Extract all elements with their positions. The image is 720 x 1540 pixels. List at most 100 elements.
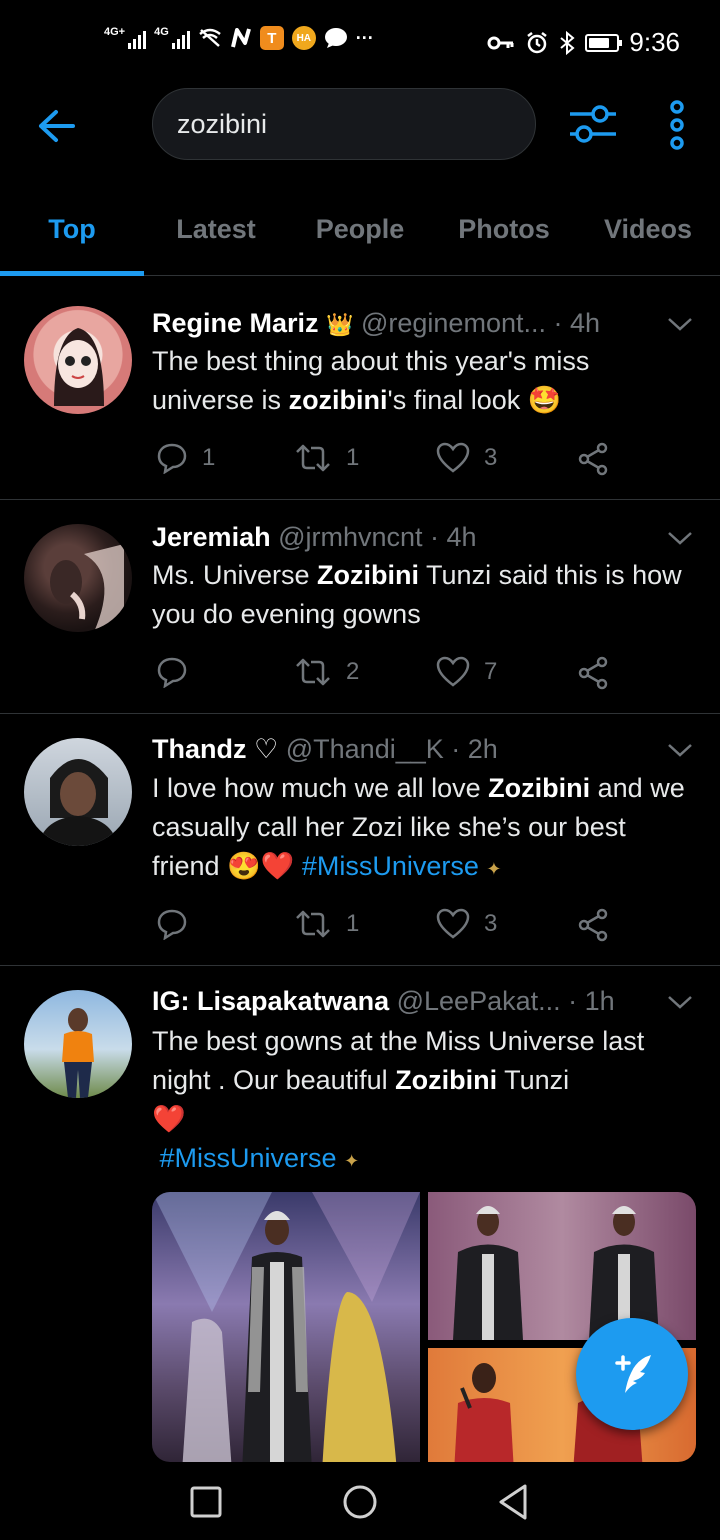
chat-icon: [324, 28, 347, 48]
tweet-handle[interactable]: @Thandi__K · 2h: [286, 734, 498, 764]
avatar[interactable]: [24, 524, 132, 632]
like-count: 7: [484, 658, 498, 685]
tab-photos[interactable]: Photos: [432, 192, 576, 276]
tweet-author-name[interactable]: IG: Lisapakatwana: [152, 986, 389, 1016]
hashtag-link[interactable]: #MissUniverse: [302, 851, 479, 881]
tweet-time: · 4h: [553, 308, 601, 338]
retweet-icon: [296, 910, 330, 938]
compose-tweet-icon: [615, 1355, 651, 1393]
tweet-author-name[interactable]: Jeremiah: [152, 522, 271, 552]
signal-icon: 4G+: [104, 27, 147, 49]
retweet-button[interactable]: 1: [294, 442, 359, 474]
tweet-handle[interactable]: @jrmhvncnt · 4h: [278, 522, 476, 552]
battery-icon: [585, 33, 623, 52]
status-left: 4G+ 4G T HA ···: [104, 26, 374, 50]
sliders-icon: [570, 105, 616, 143]
chevron-down-icon[interactable]: [666, 528, 694, 548]
overflow-menu-button[interactable]: [660, 98, 694, 152]
tab-people[interactable]: People: [288, 192, 432, 276]
chevron-down-icon[interactable]: [666, 740, 694, 760]
heart-eyes-emoji: 😍❤️: [227, 851, 295, 881]
tweet-handle[interactable]: @LeePakat...: [397, 986, 561, 1016]
sparkle-icon: ✦: [344, 1151, 360, 1171]
chevron-down-icon[interactable]: [666, 992, 694, 1012]
retweet-icon: [296, 444, 330, 472]
t-app-icon: T: [259, 26, 284, 50]
compose-tweet-button[interactable]: [576, 1318, 688, 1430]
search-field[interactable]: zozibini: [152, 88, 536, 160]
clock: 9:36: [629, 27, 680, 57]
tweet-author-name[interactable]: Regine Mariz: [152, 308, 319, 338]
avatar[interactable]: [24, 738, 132, 846]
share-icon: [578, 442, 608, 476]
star-struck-emoji: 🤩: [527, 385, 562, 415]
search-filter-button[interactable]: [566, 98, 620, 152]
retweet-button[interactable]: 2: [294, 656, 359, 688]
avatar[interactable]: [24, 306, 132, 414]
hashtag-link[interactable]: #MissUniverse: [160, 1143, 337, 1173]
heart-outline-badge: ♡: [254, 734, 279, 764]
tweet-handle[interactable]: @reginemont...: [361, 308, 546, 338]
reply-button[interactable]: 1: [156, 442, 215, 474]
heart-icon: [436, 908, 470, 939]
share-button[interactable]: [576, 442, 610, 476]
reply-icon: [157, 443, 187, 474]
reply-count: 1: [202, 444, 216, 471]
circle-icon[interactable]: [338, 1480, 382, 1524]
system-navigation-bar: [0, 1462, 720, 1540]
retweet-count: 1: [346, 444, 360, 471]
sparkle-icon: ✦: [486, 859, 502, 879]
red-heart-emoji: ❤️: [152, 1104, 186, 1134]
tweet[interactable]: Jeremiah @jrmhvncnt · 4h Ms. Universe Zo…: [0, 500, 720, 714]
triangle-back-icon[interactable]: [492, 1480, 536, 1524]
tab-videos[interactable]: Videos: [576, 192, 720, 276]
tab-latest[interactable]: Latest: [144, 192, 288, 276]
like-button[interactable]: 3: [436, 442, 497, 474]
heart-icon: [436, 442, 470, 473]
tweet[interactable]: Thandz ♡ @Thandi__K · 2h I love how much…: [0, 714, 720, 966]
retweet-button[interactable]: 1: [294, 908, 359, 940]
tweet-author-name[interactable]: Thandz: [152, 734, 247, 764]
tweet-time: · 1h: [568, 986, 615, 1016]
tweet-actions: 1 1 3: [152, 442, 622, 478]
share-icon: [578, 908, 608, 942]
more-vertical-icon: [670, 100, 684, 150]
status-right: 9:36: [487, 27, 680, 58]
more-notifications: ···: [355, 27, 374, 48]
share-icon: [578, 656, 608, 690]
square-icon[interactable]: [184, 1480, 228, 1524]
like-count: 3: [484, 910, 498, 937]
tab-top[interactable]: Top: [0, 192, 144, 276]
share-button[interactable]: [576, 908, 610, 942]
reply-icon: [157, 909, 187, 940]
n-app-icon: [230, 28, 251, 48]
search-tabs: Top Latest People Photos Videos: [0, 192, 720, 276]
alarm-icon: [527, 31, 548, 53]
media-photo-2[interactable]: [428, 1192, 696, 1340]
crown-badge-icon: 👑: [326, 312, 354, 337]
ha-app-icon: HA: [291, 26, 316, 50]
like-button[interactable]: 7: [436, 656, 497, 688]
tweet-text: The best gowns at the Miss Universe last…: [152, 1026, 645, 1173]
media-photo-1[interactable]: [152, 1192, 420, 1462]
reply-icon: [157, 657, 187, 688]
bluetooth-icon: [560, 30, 575, 55]
reply-button[interactable]: [156, 656, 202, 688]
retweet-icon: [296, 658, 330, 686]
retweet-count: 2: [346, 658, 360, 685]
tweet-text: The best thing about this year's miss un…: [152, 346, 590, 415]
share-button[interactable]: [576, 656, 610, 690]
like-button[interactable]: 3: [436, 908, 497, 940]
search-header: zozibini: [0, 84, 720, 168]
avatar[interactable]: [24, 990, 132, 1098]
tweet[interactable]: Regine Mariz 👑 @reginemont... · 4h The b…: [0, 284, 720, 500]
back-button[interactable]: [30, 104, 82, 148]
reply-button[interactable]: [156, 908, 202, 940]
tweet-actions: 2 7: [152, 656, 622, 692]
tweet-actions: 1 3: [152, 908, 622, 944]
like-count: 3: [484, 444, 498, 471]
status-bar: 4G+ 4G T HA ··· 9:36: [0, 0, 720, 84]
chevron-down-icon[interactable]: [666, 314, 694, 334]
search-input[interactable]: zozibini: [177, 89, 267, 159]
wifi-off-icon: [199, 28, 221, 47]
